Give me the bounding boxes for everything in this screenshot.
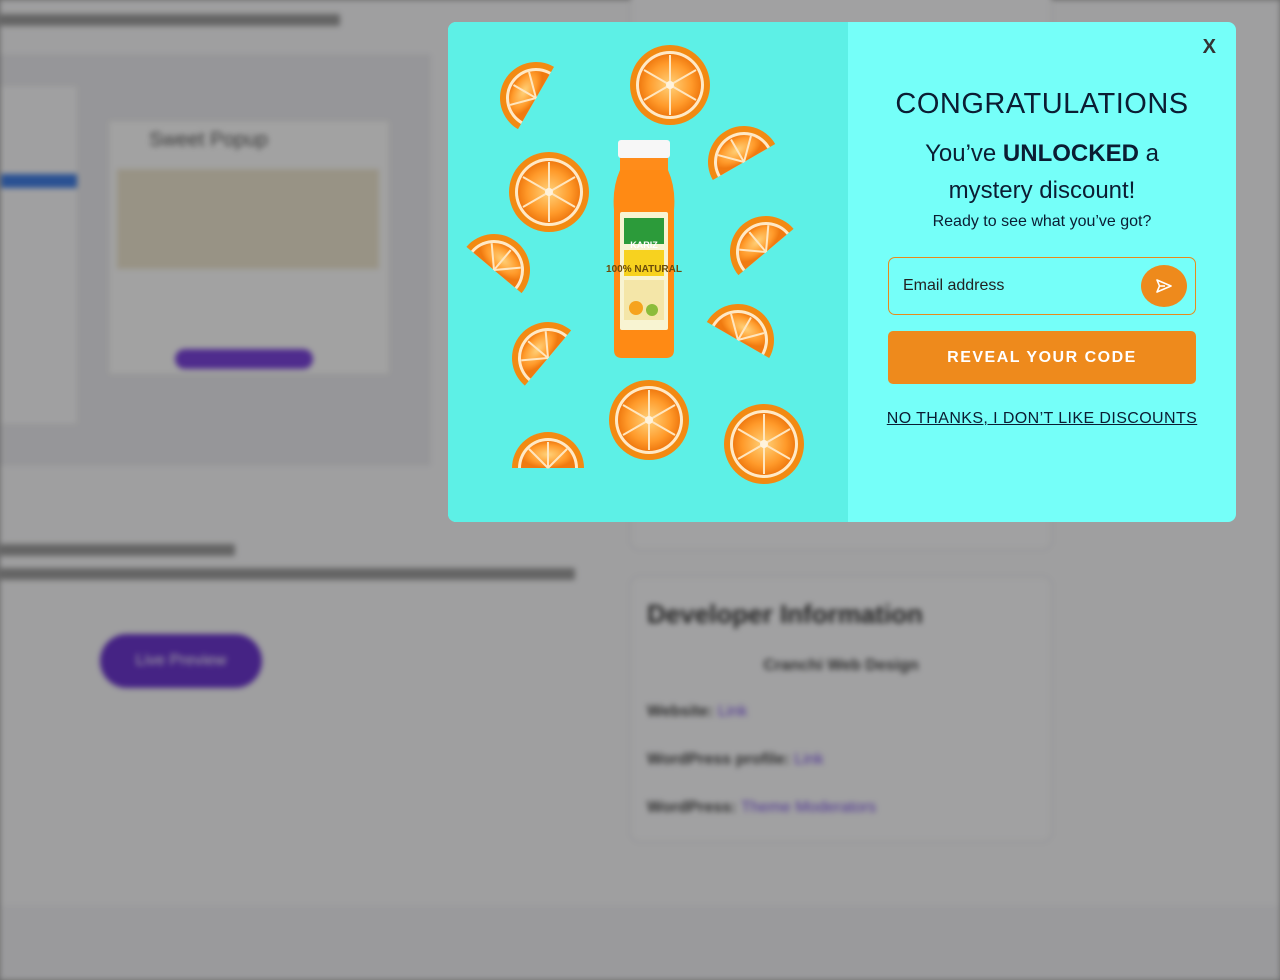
popup-headline: CONGRATULATIONS xyxy=(895,88,1189,120)
discount-popup: KARIZ 100% NATURAL X CONGRATULATIONS You… xyxy=(448,22,1236,522)
email-form xyxy=(888,257,1196,315)
email-input[interactable] xyxy=(903,266,1133,306)
decline-link[interactable]: NO THANKS, I DON’T LIKE DISCOUNTS xyxy=(887,410,1197,428)
bottle-brand: KARIZ xyxy=(630,240,658,250)
reveal-code-button[interactable]: REVEAL YOUR CODE xyxy=(888,331,1196,384)
close-button[interactable]: X xyxy=(1203,36,1216,59)
popup-subheadline: You’ve UNLOCKED a mystery discount! xyxy=(925,135,1159,209)
popup-question: Ready to see what you’ve got? xyxy=(932,213,1152,230)
subheadline-prefix: You’ve xyxy=(925,140,1003,167)
subheadline-strong: UNLOCKED xyxy=(1002,140,1139,167)
bottle-label: 100% NATURAL xyxy=(606,264,682,275)
subheadline-suffix: a xyxy=(1138,140,1159,167)
popup-content: X CONGRATULATIONS You’ve UNLOCKED a myst… xyxy=(848,22,1236,522)
subheadline-line2: mystery discount! xyxy=(948,177,1136,204)
orange-juice-illustration: KARIZ 100% NATURAL xyxy=(465,44,805,485)
popup-image: KARIZ 100% NATURAL xyxy=(448,22,848,522)
send-button[interactable] xyxy=(1141,265,1187,307)
send-icon xyxy=(1156,279,1172,293)
